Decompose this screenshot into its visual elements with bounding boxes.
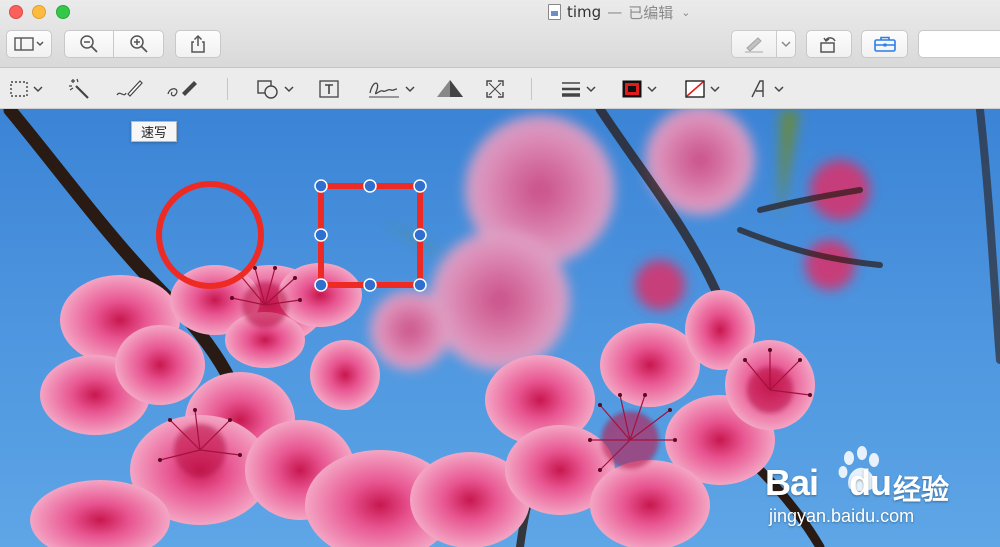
chevron-down-icon (33, 86, 43, 93)
text-box-icon (319, 80, 339, 98)
selection-rect-icon (10, 81, 28, 97)
border-color-tool[interactable] (621, 75, 657, 103)
signature-icon (369, 82, 399, 98)
watermark-product: 经验 (893, 473, 950, 506)
toolbar-separator (531, 78, 532, 100)
text-style-icon (751, 80, 764, 98)
toolbox-icon (873, 36, 896, 52)
sidebar-icon (14, 37, 44, 51)
border-color-icon (622, 80, 642, 98)
toolbar-separator (227, 78, 228, 100)
document-file-name: timg (567, 3, 602, 21)
share-button[interactable] (175, 30, 221, 58)
chevron-down-icon: ⌄ (681, 5, 691, 19)
markup-toolbar (0, 69, 1000, 109)
fill-color-icon (685, 80, 705, 98)
rotate-icon (820, 37, 836, 53)
adjust-color-icon (437, 80, 463, 97)
document-title-separator: — (607, 3, 623, 21)
chevron-down-icon (781, 41, 791, 48)
sign-tool[interactable] (367, 75, 415, 103)
document-icon (548, 4, 561, 20)
zoom-in-icon (129, 35, 148, 53)
shapes-tool[interactable] (256, 75, 294, 103)
chevron-down-icon (586, 86, 596, 93)
title-bar: timg — 已编辑 ⌄ (0, 0, 1000, 68)
baidu-jingyan-watermark: Bai du 经验 jingyan.baidu.com (765, 444, 995, 544)
text-tool[interactable] (318, 75, 340, 103)
draw-tool[interactable] (166, 75, 200, 103)
chevron-down-icon (774, 86, 784, 93)
close-window-button[interactable] (9, 5, 23, 19)
chevron-down-icon (710, 86, 720, 93)
zoom-out-icon (80, 35, 98, 53)
zoom-out-button[interactable] (64, 30, 114, 58)
image-canvas[interactable]: Bai du 经验 jingyan.baidu.com (0, 109, 1000, 547)
instant-alpha-tool[interactable] (68, 75, 92, 103)
adjust-color-tool[interactable] (435, 75, 465, 103)
chevron-down-icon (647, 86, 657, 93)
fill-color-tool[interactable] (684, 75, 720, 103)
shapes-icon (257, 80, 278, 99)
minimize-window-button[interactable] (32, 5, 46, 19)
document-title[interactable]: timg — 已编辑 ⌄ (548, 1, 690, 23)
chevron-down-icon (405, 86, 415, 93)
resize-icon (486, 80, 504, 98)
shape-style-tool[interactable] (560, 75, 596, 103)
magic-wand-icon (69, 78, 89, 99)
line-style-icon (562, 82, 580, 97)
sketch-icon (116, 80, 143, 97)
sketch-tool[interactable] (114, 75, 144, 103)
text-style-tool[interactable] (748, 75, 784, 103)
sidebar-toggle-button[interactable] (6, 30, 52, 58)
document-edit-status: 已编辑 (628, 3, 674, 22)
markup-toolbox-button[interactable] (861, 30, 908, 58)
chevron-down-icon (284, 86, 294, 93)
pen-icon (745, 37, 763, 53)
watermark-brand-left: Bai (765, 462, 819, 503)
adjust-size-tool[interactable] (484, 75, 506, 103)
watermark-brand-right: du (849, 462, 892, 503)
share-icon (191, 34, 205, 53)
rectangular-selection-tool[interactable] (9, 75, 43, 103)
zoom-window-button[interactable] (56, 5, 70, 19)
highlight-button[interactable] (731, 30, 777, 58)
tooltip-sketch: 速写 (131, 121, 177, 142)
draw-icon (167, 81, 197, 97)
zoom-in-button[interactable] (114, 30, 164, 58)
watermark-url: jingyan.baidu.com (769, 506, 915, 526)
highlight-options-button[interactable] (777, 30, 796, 58)
search-field[interactable] (918, 30, 1000, 58)
rotate-button[interactable] (806, 30, 852, 58)
